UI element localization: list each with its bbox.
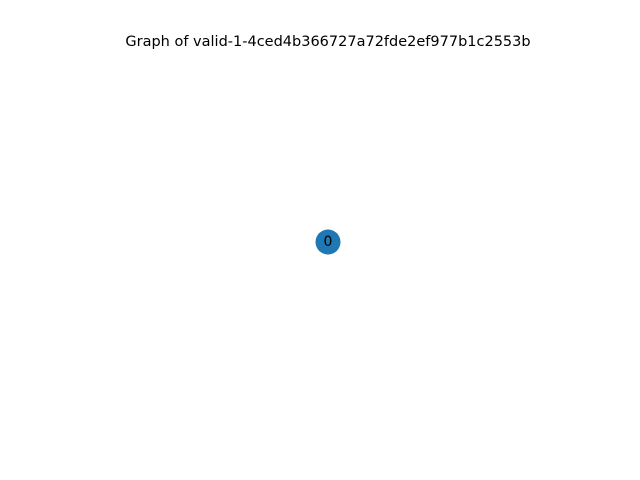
graph-node: 0 bbox=[315, 229, 341, 255]
figure: Graph of valid-1-4ced4b366727a72fde2ef97… bbox=[0, 0, 640, 480]
graph-canvas: 0 bbox=[315, 229, 341, 255]
node-label: 0 bbox=[324, 234, 333, 250]
nodes-layer: 0 bbox=[315, 229, 341, 255]
